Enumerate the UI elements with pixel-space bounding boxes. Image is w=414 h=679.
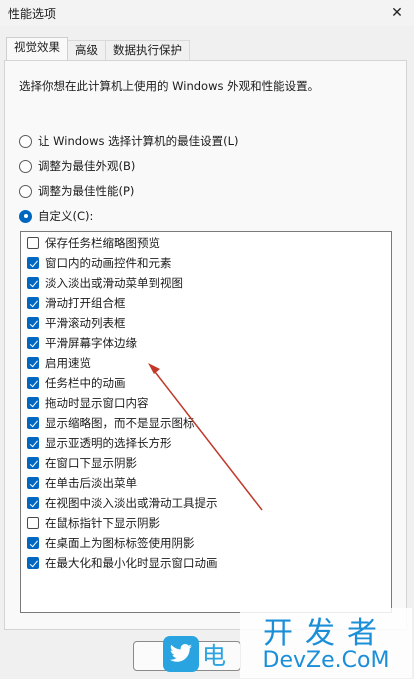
radio-label: 让 Windows 选择计算机的最佳设置(L) (38, 134, 239, 148)
checkbox[interactable] (27, 377, 39, 389)
checkbox[interactable] (27, 497, 39, 509)
list-item[interactable]: 显示缩略图，而不是显示图标 (27, 414, 195, 432)
item-label: 显示亚透明的选择长方形 (45, 436, 172, 450)
visual-effects-panel: 选择你想在此计算机上使用的 Windows 外观和性能设置。 让 Windows… (4, 60, 407, 630)
item-label: 保存任务栏缩略图预览 (45, 236, 160, 250)
watermark-cn: 开发者 (263, 616, 389, 651)
item-label: 在视图中淡入淡出或滑动工具提示 (45, 496, 218, 510)
checkbox[interactable] (27, 417, 39, 429)
watermark-partial-text: 电 (202, 642, 226, 670)
checkbox[interactable] (27, 237, 39, 249)
item-label: 在最大化和最小化时显示窗口动画 (45, 556, 218, 570)
list-item[interactable]: 拖动时显示窗口内容 (27, 394, 149, 412)
radio-let-windows-choose[interactable]: 让 Windows 选择计算机的最佳设置(L) (19, 133, 239, 149)
radio-indicator[interactable] (19, 134, 32, 148)
item-label: 在鼠标指针下显示阴影 (45, 516, 160, 530)
item-label: 在窗口下显示阴影 (45, 456, 137, 470)
item-label: 窗口内的动画控件和元素 (45, 256, 172, 270)
radio-label: 调整为最佳性能(P) (38, 184, 135, 198)
tab-strip: 视觉效果 高级 数据执行保护 (6, 37, 190, 60)
item-label: 在单击后淡出菜单 (45, 476, 137, 490)
radio-indicator[interactable] (19, 159, 32, 173)
list-item[interactable]: 保存任务栏缩略图预览 (27, 234, 160, 252)
checkbox[interactable] (27, 257, 39, 269)
list-item[interactable]: 在视图中淡入淡出或滑动工具提示 (27, 494, 218, 512)
checkbox[interactable] (27, 317, 39, 329)
list-item[interactable]: 显示亚透明的选择长方形 (27, 434, 172, 452)
watermark-bird-icon (163, 636, 199, 672)
effects-listbox[interactable]: 保存任务栏缩略图预览 窗口内的动画控件和元素 淡入淡出或滑动菜单到视图 滑动打开… (20, 231, 392, 613)
item-label: 拖动时显示窗口内容 (45, 396, 149, 410)
list-item[interactable]: 窗口内的动画控件和元素 (27, 254, 172, 272)
checkbox[interactable] (27, 297, 39, 309)
list-item[interactable]: 淡入淡出或滑动菜单到视图 (27, 274, 183, 292)
item-label: 任务栏中的动画 (45, 376, 126, 390)
list-item[interactable]: 任务栏中的动画 (27, 374, 126, 392)
item-label: 淡入淡出或滑动菜单到视图 (45, 276, 183, 290)
checkbox[interactable] (27, 517, 39, 529)
checkbox[interactable] (27, 277, 39, 289)
item-label: 滑动打开组合框 (45, 296, 126, 310)
checkbox[interactable] (27, 457, 39, 469)
checkbox[interactable] (27, 337, 39, 349)
checkbox[interactable] (27, 397, 39, 409)
list-item[interactable]: 启用速览 (27, 354, 91, 372)
list-item[interactable]: 在桌面上为图标标签使用阴影 (27, 534, 195, 552)
list-item[interactable]: 在单击后淡出菜单 (27, 474, 137, 492)
panel-description: 选择你想在此计算机上使用的 Windows 外观和性能设置。 (19, 79, 320, 93)
item-label: 启用速览 (45, 356, 91, 370)
radio-label: 自定义(C): (38, 209, 94, 223)
title-bar: 性能选项 ✕ (0, 0, 414, 26)
radio-label: 调整为最佳外观(B) (38, 159, 136, 173)
checkbox[interactable] (27, 357, 39, 369)
tab-visual-effects[interactable]: 视觉效果 (6, 37, 68, 60)
radio-best-appearance[interactable]: 调整为最佳外观(B) (19, 158, 135, 174)
list-item[interactable]: 在窗口下显示阴影 (27, 454, 137, 472)
close-icon[interactable]: ✕ (380, 0, 414, 26)
list-item[interactable]: 在鼠标指针下显示阴影 (27, 514, 160, 532)
item-label: 平滑滚动列表框 (45, 316, 126, 330)
radio-best-performance[interactable]: 调整为最佳性能(P) (19, 183, 134, 199)
radio-custom[interactable]: 自定义(C): (19, 208, 93, 224)
list-item[interactable]: 平滑滚动列表框 (27, 314, 126, 332)
radio-indicator[interactable] (19, 209, 32, 223)
tab-advanced[interactable]: 高级 (67, 40, 106, 60)
item-label: 显示缩略图，而不是显示图标 (45, 416, 195, 430)
item-label: 平滑屏幕字体边缘 (45, 336, 137, 350)
window-title: 性能选项 (8, 7, 57, 21)
checkbox[interactable] (27, 537, 39, 549)
list-item[interactable]: 在最大化和最小化时显示窗口动画 (27, 554, 218, 572)
watermark-en: DevZe.CoM (262, 648, 390, 673)
list-item[interactable]: 平滑屏幕字体边缘 (27, 334, 137, 352)
tab-data-execution-prevention[interactable]: 数据执行保护 (105, 40, 190, 60)
checkbox[interactable] (27, 437, 39, 449)
list-item[interactable]: 滑动打开组合框 (27, 294, 126, 312)
checkbox[interactable] (27, 557, 39, 569)
radio-indicator[interactable] (19, 184, 32, 198)
item-label: 在桌面上为图标标签使用阴影 (45, 536, 195, 550)
site-watermark: 开发者 DevZe.CoM (240, 608, 412, 678)
checkbox[interactable] (27, 477, 39, 489)
